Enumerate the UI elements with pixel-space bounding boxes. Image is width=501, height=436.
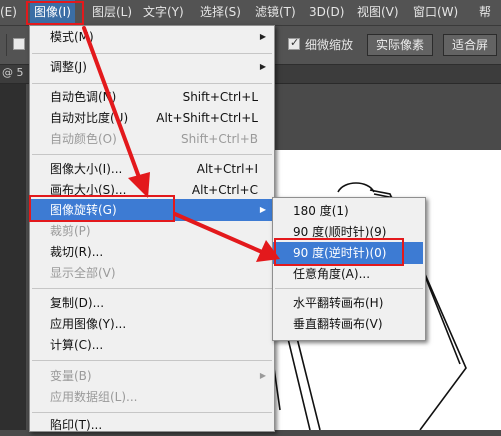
annotation-arrowhead xyxy=(128,172,150,198)
annotation-arrow-line xyxy=(82,26,142,182)
annotation-arrows xyxy=(82,26,280,262)
annotation-arrow-line xyxy=(173,212,264,254)
